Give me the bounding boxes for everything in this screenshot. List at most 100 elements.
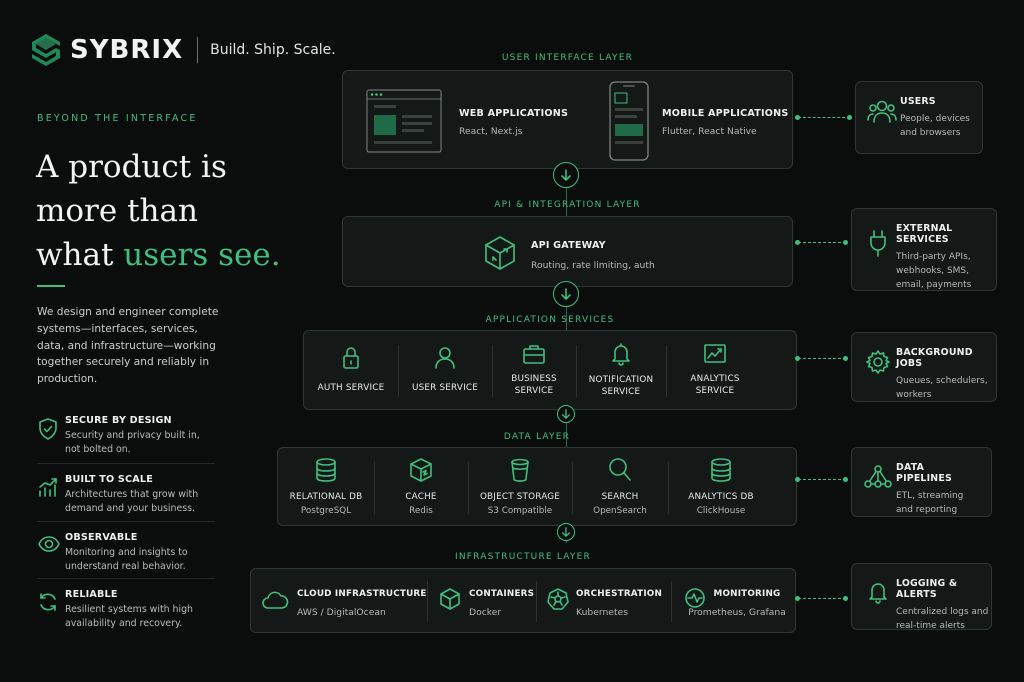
connector-line (798, 479, 846, 480)
hero-headline: A product is more than what users see. (36, 145, 326, 277)
object-storage-item: OBJECT STORAGE S3 Compatible (468, 448, 572, 525)
bell-icon (860, 574, 896, 619)
brand-name: SYBRIX (70, 35, 184, 65)
side-background-jobs: BACKGROUND JOBS Queues, schedulers, worke… (851, 332, 997, 402)
search-title: SEARCH (601, 492, 639, 503)
mobile-apps-title: MOBILE APPLICATIONS (662, 108, 789, 119)
user-service-title: USER SERVICE (412, 382, 478, 393)
api-gateway-title: API GATEWAY (531, 240, 606, 251)
side-desc: People, devices and browsers (900, 114, 970, 138)
brand-tagline: Build. Ship. Scale. (210, 42, 336, 58)
side-title: DATA PIPELINES (896, 462, 952, 484)
shield-check-icon (37, 415, 65, 456)
feature-secure: SECURE BY DESIGN Security and privacy bui… (37, 415, 215, 456)
cloud-icon (261, 589, 289, 611)
mobile-phone-icon (609, 81, 649, 161)
side-users: USERS People, devices and browsers (855, 81, 983, 154)
side-title: LOGGING & ALERTS (896, 578, 958, 600)
user-icon (435, 346, 455, 369)
orchestration-title: ORCHESTRATION (576, 589, 663, 599)
cache-cube-icon (410, 458, 432, 483)
mobile-apps-sub: Flutter, React Native (662, 126, 757, 137)
brand-header: SYBRIX Build. Ship. Scale. (30, 32, 336, 68)
feature-title: BUILT TO SCALE (65, 474, 153, 485)
data-layer-panel: RELATIONAL DB PostgreSQL CACHE Redis OBJ… (277, 447, 797, 526)
app-services-panel: AUTH SERVICE USER SERVICE BUSINESS SERVI… (303, 330, 797, 410)
analytics-service-title: ANALYTICS SERVICE (690, 373, 740, 397)
cache-sub: Redis (409, 505, 433, 516)
connector-dot (795, 596, 800, 601)
cloud-infra-sub: AWS / DigitalOcean (297, 607, 386, 618)
headline-line-2: more than (36, 193, 198, 229)
api-gateway-item: API GATEWAY Routing, rate limiting, auth (531, 240, 655, 271)
cloud-infra-item: CLOUD INFRASTRUCTURE AWS / DigitalOcean (297, 589, 427, 618)
cell-divider (427, 581, 428, 622)
feature-scale: BUILT TO SCALE Architectures that grow wi… (37, 474, 215, 515)
feature-desc: Monitoring and insights to understand re… (65, 547, 188, 572)
hero-intro: We design and engineer complete systems—… (37, 306, 219, 386)
arrow-down-icon (557, 523, 575, 541)
side-title: BACKGROUND JOBS (896, 347, 973, 369)
containers-item: CONTAINERS Docker (469, 589, 534, 618)
connector-dot (843, 477, 848, 482)
growth-chart-icon (37, 474, 65, 515)
feature-divider (37, 578, 215, 579)
api-gateway-sub: Routing, rate limiting, auth (531, 260, 655, 271)
relational-db-title: RELATIONAL DB (289, 492, 363, 503)
feature-divider (37, 463, 215, 464)
feature-observable: OBSERVABLE Monitoring and insights to und… (37, 532, 215, 573)
analytics-service-item: ANALYTICS SERVICE (666, 331, 764, 409)
connector-dot (795, 477, 800, 482)
arrow-down-icon (553, 162, 579, 188)
cache-title: CACHE (405, 492, 437, 503)
lock-icon (343, 346, 359, 369)
headline-plain: what (36, 237, 124, 273)
arrow-down-icon (557, 405, 575, 423)
database-icon (316, 458, 336, 483)
object-storage-title: OBJECT STORAGE (479, 492, 561, 503)
side-desc: Centralized logs and real-time alerts (896, 607, 989, 631)
feature-desc: Architectures that grow with demand and … (65, 489, 199, 514)
layer-title-api: API & INTEGRATION LAYER (494, 200, 641, 210)
connector-line (798, 358, 846, 359)
pipeline-nodes-icon (860, 458, 896, 506)
connector-dot (795, 240, 800, 245)
orchestration-sub: Kubernetes (576, 607, 629, 618)
search-sub: OpenSearch (593, 505, 647, 516)
user-service-item: USER SERVICE (398, 331, 492, 409)
connector-dot (843, 356, 848, 361)
feature-title: RELIABLE (65, 589, 118, 600)
sybrix-logo-icon (30, 32, 62, 68)
analytics-chart-icon (704, 343, 726, 363)
browser-window-icon (366, 89, 442, 153)
analytics-db-sub: ClickHouse (696, 505, 746, 516)
container-box-icon (439, 587, 461, 611)
feature-title: OBSERVABLE (65, 532, 138, 543)
connector-line (798, 117, 850, 118)
eye-icon (37, 532, 65, 573)
feature-reliable: RELIABLE Resilient systems with high avai… (37, 589, 215, 630)
monitoring-title: MONITORING (713, 589, 781, 599)
web-apps-sub: React, Next.js (459, 126, 523, 137)
business-service-item: BUSINESS SERVICE (492, 331, 576, 409)
side-logging-alerts: LOGGING & ALERTS Centralized logs and rea… (851, 563, 992, 631)
connector-dot (795, 356, 800, 361)
web-apps-title: WEB APPLICATIONS (459, 108, 569, 119)
side-data-pipelines: DATA PIPELINES ETL, streaming and reporti… (851, 447, 992, 517)
hero-eyebrow: BEYOND THE INTERFACE (37, 113, 198, 124)
side-desc: Third-party APIs, webhooks, SMS, email, … (896, 252, 972, 290)
orchestration-item: ORCHESTRATION Kubernetes (576, 589, 662, 618)
connector-dot (843, 596, 848, 601)
connector-line (798, 598, 846, 599)
auth-service-item: AUTH SERVICE (304, 331, 398, 409)
layer-title-infra: INFRASTRUCTURE LAYER (455, 552, 591, 562)
ui-layer-panel: WEB APPLICATIONS React, Next.js MOBILE A… (342, 70, 793, 169)
monitoring-item: MONITORING Prometheus, Grafana (687, 589, 787, 618)
gear-icon (860, 343, 896, 391)
cell-divider (536, 581, 537, 622)
cloud-infra-title: CLOUD INFRASTRUCTURE (297, 589, 427, 599)
connector-dot (795, 115, 800, 120)
briefcase-icon (523, 344, 545, 364)
layer-title-data: DATA LAYER (503, 432, 571, 442)
users-group-icon (864, 92, 900, 143)
